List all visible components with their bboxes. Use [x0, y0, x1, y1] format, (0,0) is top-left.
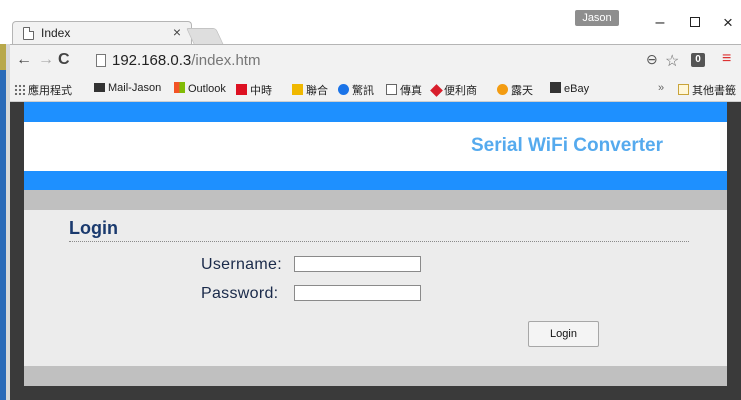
extension-icon[interactable]: 0 [691, 53, 705, 67]
zoom-icon[interactable]: ⊖ [646, 51, 658, 68]
page-viewport: Serial WiFi Converter Login Username: Pa… [10, 102, 741, 400]
bookmark-label: 應用程式 [28, 85, 72, 97]
username-label: Username: [201, 256, 282, 273]
maximize-icon [690, 17, 700, 27]
news-icon [338, 84, 349, 95]
bookmark-label: Mail-Jason [108, 82, 162, 94]
password-input[interactable] [294, 285, 421, 301]
footer-band [24, 366, 727, 386]
page-icon [386, 84, 397, 95]
other-bookmarks-folder[interactable]: 其他書籤 [678, 82, 736, 98]
forward-arrow-icon[interactable]: → [38, 51, 54, 69]
bookmarks-more-button[interactable]: » [658, 82, 664, 94]
folder-icon [678, 84, 689, 95]
apps-grid-icon [14, 84, 25, 95]
back-arrow-icon[interactable]: ← [16, 51, 32, 69]
bookmark-ebay[interactable]: eBay [550, 82, 589, 95]
bookmark-outlook[interactable]: Outlook [174, 82, 226, 95]
page-header: Serial WiFi Converter [24, 122, 727, 171]
bookmark-apps[interactable]: 應用程式 [14, 82, 72, 98]
chinatimes-icon [236, 84, 247, 95]
url-host: 192.168.0.3 [112, 52, 192, 69]
bookmark-label: Outlook [188, 83, 226, 95]
ebay-icon [550, 82, 561, 93]
udn-icon [292, 84, 303, 95]
heading-rule [69, 241, 689, 242]
page-icon [23, 27, 34, 40]
bookmark-mail[interactable]: Mail-Jason [94, 82, 161, 94]
header-band-bottom [24, 171, 727, 190]
bookmark-store[interactable]: 便利商 [430, 82, 477, 98]
store-icon [430, 84, 443, 97]
reload-icon[interactable]: C [58, 51, 70, 69]
bookmark-fax[interactable]: 傳真 [386, 82, 422, 98]
bookmark-label: 中時 [250, 85, 272, 97]
divider-band [24, 190, 727, 210]
bookmark-label: 露天 [511, 85, 533, 97]
bookmark-label: 其他書籤 [692, 85, 736, 97]
bookmark-label: 傳真 [400, 85, 422, 97]
bookmark-udn[interactable]: 聯合 [292, 82, 328, 98]
bookmark-chinatimes[interactable]: 中時 [236, 82, 272, 98]
menu-icon[interactable]: ≡ [722, 50, 731, 68]
bookmarks-bar: 應用程式 Mail-Jason Outlook 中時 聯合 驚訊 傳真 便利商 … [10, 76, 741, 102]
desktop-edge [0, 0, 10, 400]
username-input[interactable] [294, 256, 421, 272]
close-window-button[interactable]: × [713, 11, 741, 35]
login-button[interactable]: Login [528, 321, 599, 347]
login-panel: Login Username: Password: Login [24, 210, 727, 366]
login-heading: Login [69, 218, 118, 238]
bookmark-star-icon[interactable]: ☆ [665, 51, 679, 71]
page-info-icon[interactable] [96, 54, 106, 67]
tab-close-icon[interactable]: × [173, 24, 181, 40]
windows-logo-icon [174, 82, 185, 93]
password-label: Password: [201, 285, 279, 302]
mail-icon [94, 83, 105, 92]
bookmark-news[interactable]: 驚訊 [338, 82, 374, 98]
desktop-stripe [0, 70, 6, 400]
tab-title: Index [41, 26, 71, 40]
bookmark-label: 便利商 [444, 85, 477, 97]
browser-title-bar: Index × Jason – × [0, 0, 741, 45]
brand-title: Serial WiFi Converter [471, 135, 663, 156]
bookmark-label: eBay [564, 83, 590, 95]
bookmark-label: 驚訊 [352, 85, 374, 97]
url-path: /index.htm [191, 52, 261, 69]
bookmark-label: 聯合 [306, 85, 328, 97]
bookmark-ruten[interactable]: 露天 [497, 82, 533, 98]
minimize-button[interactable]: – [645, 11, 675, 35]
url-field[interactable]: 192.168.0.3/index.htm [112, 52, 260, 69]
maximize-button[interactable] [680, 11, 710, 35]
profile-badge[interactable]: Jason [575, 10, 619, 26]
header-band-top [24, 102, 727, 122]
address-toolbar: ← → C 192.168.0.3/index.htm ⊖ ☆ 0 ≡ [10, 44, 741, 76]
page-container: Serial WiFi Converter Login Username: Pa… [24, 102, 727, 400]
browser-tab[interactable]: Index × [12, 21, 192, 45]
page-bottom [24, 386, 727, 400]
ruten-icon [497, 84, 508, 95]
